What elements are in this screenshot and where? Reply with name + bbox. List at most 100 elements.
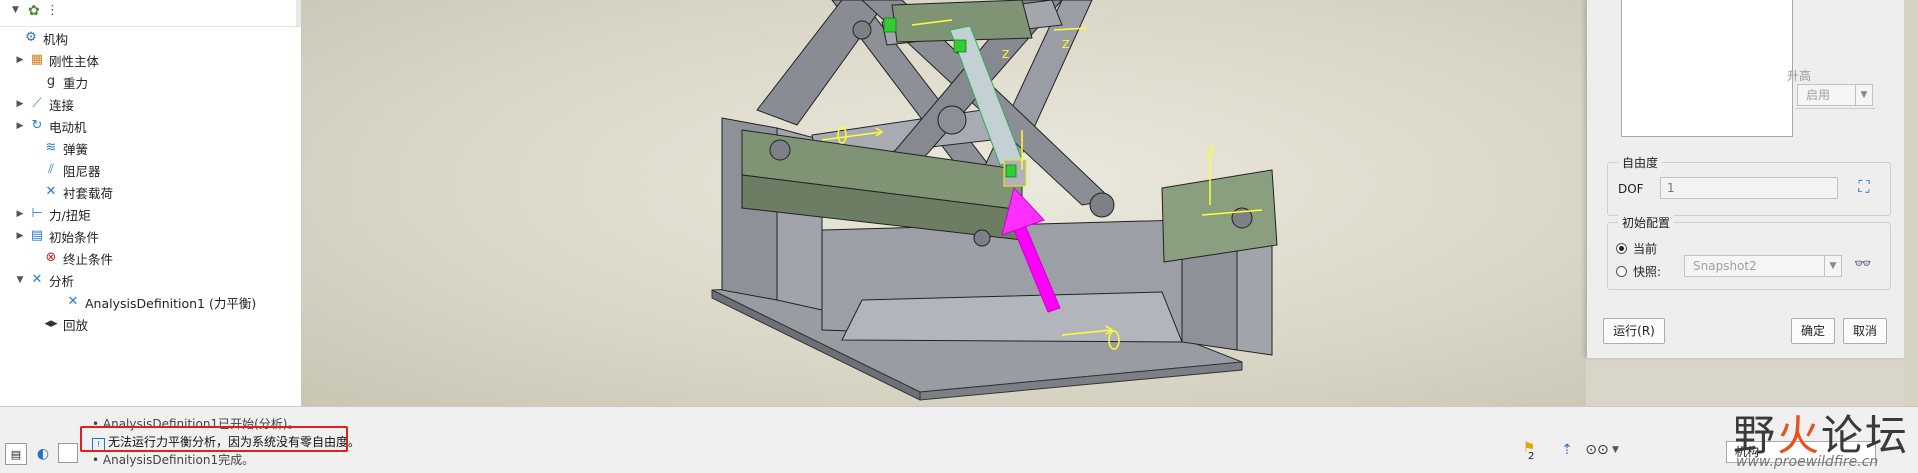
- tree-node-icon: ✕: [67, 294, 79, 309]
- enable-dropdown-value: 启用: [1806, 88, 1831, 102]
- tree-node[interactable]: ▶ ▤ 初始条件: [14, 226, 99, 246]
- tree-node[interactable]: g 重力: [28, 72, 88, 92]
- tree-node-label: 力/扭矩: [49, 207, 91, 223]
- tree-node[interactable]: ≋ 弹簧: [28, 138, 88, 158]
- watermark-char-2: 火: [1777, 411, 1822, 460]
- tree-node-icon: ▦: [30, 52, 44, 67]
- tree-node-icon: ↻: [31, 118, 43, 133]
- radio-current-button[interactable]: [1616, 243, 1627, 254]
- scrollbar[interactable]: [296, 0, 301, 26]
- radio-snapshot[interactable]: 快照:: [1616, 263, 1661, 280]
- mechanism-model: Z Z Z: [711, 0, 1278, 401]
- tree-node-label: 连接: [49, 97, 75, 113]
- tree-node[interactable]: ⊗ 终止条件: [28, 248, 113, 268]
- graphics-viewport[interactable]: Z Z Z: [302, 0, 1586, 406]
- tree-node-icon: ⟋: [32, 96, 42, 111]
- globe-icon[interactable]: ◐: [32, 443, 54, 465]
- window-icon[interactable]: [58, 443, 78, 463]
- layout-icon[interactable]: ▤: [5, 443, 27, 465]
- svg-text:Z: Z: [1207, 145, 1215, 158]
- mechanism-icon[interactable]: ✿: [28, 3, 40, 19]
- tree-node-label: 回放: [63, 317, 89, 333]
- tree-node-icon: ⊢: [31, 206, 43, 221]
- tree-node-label: 分析: [49, 273, 75, 289]
- tree-node[interactable]: ⚙ 机构: [8, 28, 68, 48]
- snapshot-dropdown-value: Snapshot2: [1693, 259, 1757, 273]
- tree-node-label: 初始条件: [49, 229, 100, 245]
- tree-node-label: 弹簧: [63, 141, 89, 157]
- tree-node-icon: g: [46, 74, 56, 89]
- viewport-right-edge: [1904, 0, 1918, 406]
- radio-current[interactable]: 当前: [1616, 240, 1657, 257]
- dof-group-label: 自由度: [1618, 154, 1663, 171]
- dof-detail-icon[interactable]: ⛶: [1853, 176, 1875, 198]
- enable-dropdown[interactable]: 启用 ▼: [1797, 84, 1873, 106]
- tree-node[interactable]: ◂▸ 回放: [28, 314, 88, 334]
- tree-node-label: 机构: [43, 31, 69, 47]
- message-area: ▤ ◐ • AnalysisDefinition1已开始(分析)。 ! 无法运行力…: [0, 406, 1918, 473]
- tree-node[interactable]: ▶ ⟋ 连接: [14, 94, 74, 114]
- tree-node[interactable]: ✕ 衬套载荷: [28, 182, 113, 202]
- highlight-box: [80, 426, 348, 452]
- radio-current-label: 当前: [1633, 242, 1658, 256]
- flag-count: 2: [1528, 451, 1535, 462]
- results-list[interactable]: [1621, 0, 1793, 137]
- chevron-down-icon: ▼: [1824, 256, 1841, 276]
- expand-down-icon[interactable]: ▼: [14, 275, 26, 285]
- analysis-definition-dialog: 升高 启用 ▼ 自由度 DOF 1 ⛶ 初始配置 当前 快照: Snapshot…: [1586, 0, 1905, 358]
- tree-node-label: 电动机: [49, 119, 87, 135]
- select-filter-icon[interactable]: ⇡: [1556, 439, 1578, 461]
- lift-label: 升高: [1787, 69, 1812, 83]
- initial-config-group: 初始配置 当前 快照: Snapshot2 ▼ 👓: [1607, 214, 1891, 290]
- tree-node[interactable]: ▶ ▦ 刚性主体: [14, 50, 99, 70]
- tree-node-icon: ⫽: [48, 162, 54, 177]
- svg-text:Z: Z: [1002, 48, 1010, 61]
- message-line-3: • AnalysisDefinition1完成。: [92, 453, 255, 467]
- watermark-char-3: 论坛: [1821, 411, 1910, 460]
- tree-node[interactable]: ⫽ 阻尼器: [28, 160, 101, 180]
- chevron-down-icon[interactable]: ▼: [1612, 445, 1619, 455]
- expand-right-icon[interactable]: ▶: [14, 55, 26, 65]
- tree-node-label: 阻尼器: [63, 163, 101, 179]
- ok-button[interactable]: 确定: [1791, 318, 1835, 344]
- collapse-icon[interactable]: ▼: [12, 5, 19, 15]
- dof-label: DOF: [1618, 182, 1644, 196]
- expand-right-icon[interactable]: ▶: [14, 209, 26, 219]
- expand-right-icon[interactable]: ▶: [14, 231, 26, 241]
- tree-node-label: 终止条件: [63, 251, 114, 267]
- radio-snapshot-button[interactable]: [1616, 266, 1627, 277]
- model-tree: ▼ ✿ ⋮ ⚙ 机构 ▶ ▦ 刚性主体 g 重力 ▶ ⟋ 连接 ▶ ↻ 电动机 ≋ 弹簧 ⫽ 阻尼器 ✕ 衬套载荷 ▶…: [0, 0, 302, 406]
- tree-toolbar: ▼ ✿ ⋮: [0, 0, 301, 27]
- tree-node-label: AnalysisDefinition1 (力平衡): [85, 295, 257, 311]
- watermark-url: www.proewildfire.cn: [1736, 454, 1879, 470]
- dof-group: 自由度 DOF 1 ⛶: [1607, 154, 1891, 216]
- chevron-down-icon: ▼: [1855, 85, 1872, 105]
- initial-config-label: 初始配置: [1618, 214, 1675, 231]
- tree-node-label: 重力: [63, 75, 89, 91]
- expand-right-icon[interactable]: ▶: [14, 121, 26, 131]
- dof-value: 1: [1667, 181, 1675, 195]
- radio-snapshot-label: 快照:: [1633, 265, 1662, 279]
- tree-node-icon: ✕: [31, 272, 43, 287]
- tree-node-icon: ⚙: [25, 30, 37, 45]
- more-menu-icon[interactable]: ⋮: [46, 3, 59, 18]
- tree-node-icon: ◂▸: [44, 316, 58, 331]
- tree-node[interactable]: ▶ ↻ 电动机: [14, 116, 87, 136]
- cancel-button[interactable]: 取消: [1843, 318, 1887, 344]
- tree-node-icon: ≋: [45, 140, 57, 155]
- glasses-icon[interactable]: 👓: [1854, 256, 1871, 272]
- tree-node[interactable]: ✕ AnalysisDefinition1 (力平衡): [50, 292, 257, 312]
- tree-node[interactable]: ▼ ✕ 分析: [14, 270, 74, 290]
- tree-node-label: 刚性主体: [49, 53, 100, 69]
- run-button[interactable]: 运行(R): [1603, 318, 1665, 344]
- tree-node-icon: ✕: [45, 184, 57, 199]
- svg-text:Z: Z: [1062, 38, 1070, 51]
- divider: [1795, 108, 1875, 109]
- binoculars-icon[interactable]: ⊙⊙: [1585, 439, 1608, 461]
- tree-node-icon: ▤: [30, 228, 44, 243]
- expand-right-icon[interactable]: ▶: [14, 99, 26, 109]
- dof-field: 1: [1660, 177, 1838, 199]
- tree-node-label: 衬套载荷: [63, 185, 114, 201]
- snapshot-dropdown[interactable]: Snapshot2 ▼: [1684, 255, 1842, 277]
- tree-node[interactable]: ▶ ⊢ 力/扭矩: [14, 204, 91, 224]
